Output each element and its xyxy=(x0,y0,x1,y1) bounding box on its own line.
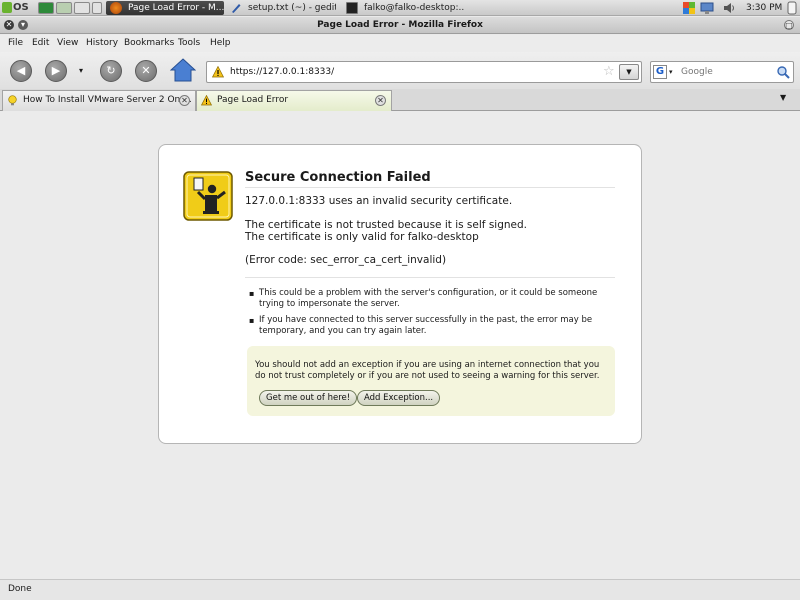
home-button[interactable] xyxy=(169,58,197,82)
error-page-container: Secure Connection Failed 127.0.0.1:8333 … xyxy=(158,144,642,444)
tab-vmware-howto[interactable]: How To Install VMware Server 2 On ... ✕ xyxy=(2,90,196,111)
window-title: Page Load Error - Mozilla Firefox xyxy=(317,20,483,30)
display-icon[interactable] xyxy=(700,1,714,15)
error-code: (Error code: sec_error_ca_cert_invalid) xyxy=(245,254,447,266)
error-title: Secure Connection Failed xyxy=(245,170,615,188)
add-exception-button[interactable]: Add Exception... xyxy=(357,390,441,406)
os-logo-label: OS xyxy=(13,2,29,13)
menu-edit[interactable]: Edit xyxy=(32,37,49,50)
os-logo[interactable]: OS xyxy=(2,2,34,14)
firefox-icon xyxy=(110,2,122,14)
error-divider xyxy=(245,277,615,278)
terminal-launcher-icon[interactable] xyxy=(38,2,54,14)
os-logo-icon xyxy=(2,2,12,13)
menu-tools[interactable]: Tools xyxy=(178,37,200,50)
stop-button[interactable]: ✕ xyxy=(135,60,157,82)
taskbar-terminal-label: falko@falko-desktop:... xyxy=(364,3,464,13)
tab-close-icon[interactable]: ✕ xyxy=(375,95,386,106)
page-content: Secure Connection Failed 127.0.0.1:8333 … xyxy=(0,111,800,579)
menu-bar: File Edit View History Bookmarks Tools H… xyxy=(0,35,800,52)
warning-icon xyxy=(201,95,212,106)
search-input[interactable] xyxy=(681,64,775,80)
tab-page-load-error-label: Page Load Error xyxy=(217,95,289,105)
certificate-error-icon xyxy=(183,171,233,221)
status-bar: Done xyxy=(0,579,800,600)
get-me-out-button[interactable]: Get me out of here! xyxy=(259,390,358,406)
reload-button[interactable]: ↻ xyxy=(100,60,122,82)
url-dropdown-icon: ▼ xyxy=(626,68,632,76)
taskbar-gedit[interactable]: setup.txt (~) - gedit xyxy=(226,1,336,15)
back-button[interactable]: ◀ xyxy=(10,60,32,82)
exception-warning-text: You should not add an exception if you a… xyxy=(255,360,600,381)
url-text[interactable]: https://127.0.0.1:8333/ xyxy=(230,62,334,82)
error-explanation-list: This could be a problem with the server'… xyxy=(249,288,609,342)
forward-button[interactable]: ▶ xyxy=(45,60,67,82)
stop-icon: ✕ xyxy=(141,64,151,77)
menu-bookmarks[interactable]: Bookmarks xyxy=(124,37,174,50)
security-warning-icon[interactable] xyxy=(212,66,224,78)
taskbar-gedit-label: setup.txt (~) - gedit xyxy=(248,3,336,13)
back-arrow-icon: ◀ xyxy=(16,64,26,77)
volume-icon[interactable] xyxy=(722,1,736,15)
menu-history[interactable]: History xyxy=(86,37,118,50)
terminal-icon xyxy=(346,2,358,14)
desktop-top-panel: OS Page Load Error - M... setup.txt (~) … xyxy=(0,0,800,16)
tab-vmware-howto-label: How To Install VMware Server 2 On ... xyxy=(23,95,192,105)
window-maximize-icon[interactable]: □ xyxy=(784,20,794,30)
taskbar-firefox[interactable]: Page Load Error - M... xyxy=(106,1,224,15)
search-engine-dropdown-icon[interactable]: ▾ xyxy=(669,65,673,79)
url-dropdown-button[interactable]: ▼ xyxy=(619,64,639,80)
lightbulb-icon xyxy=(8,95,17,106)
list-item: If you have connected to this server suc… xyxy=(249,315,609,337)
tab-list-dropdown-icon[interactable]: ▼ xyxy=(780,93,786,102)
history-dropdown-icon[interactable]: ▾ xyxy=(79,66,83,75)
home-icon xyxy=(169,58,197,82)
workspace-2-icon[interactable] xyxy=(74,2,90,14)
power-icon[interactable] xyxy=(786,1,800,15)
menu-view[interactable]: View xyxy=(57,37,78,50)
network-icon[interactable] xyxy=(682,1,696,15)
url-bar[interactable]: https://127.0.0.1:8333/ ☆ ▼ xyxy=(206,61,642,83)
search-icon[interactable] xyxy=(776,65,790,79)
taskbar-firefox-label: Page Load Error - M... xyxy=(128,3,224,13)
error-detail-valid-host: The certificate is only valid for falko-… xyxy=(245,231,479,243)
taskbar-terminal[interactable]: falko@falko-desktop:... xyxy=(342,1,464,15)
error-detail-self-signed: The certificate is not trusted because i… xyxy=(245,219,527,231)
navigation-toolbar: ◀ ▶ ▾ ↻ ✕ https://127.0.0.1:8333/ ☆ ▼ G … xyxy=(0,52,800,89)
menu-help[interactable]: Help xyxy=(210,37,231,50)
workspace-1-icon[interactable] xyxy=(56,2,72,14)
window-titlebar[interactable]: ✕ ▾ Page Load Error - Mozilla Firefox □ xyxy=(0,17,800,34)
gedit-icon xyxy=(230,2,242,14)
exception-warning-box: You should not add an exception if you a… xyxy=(247,346,615,416)
google-engine-icon[interactable]: G xyxy=(653,65,667,79)
tab-page-load-error[interactable]: Page Load Error ✕ xyxy=(196,90,392,111)
forward-arrow-icon: ▶ xyxy=(51,64,61,77)
panel-clock[interactable]: 3:30 PM xyxy=(746,0,782,16)
error-description: 127.0.0.1:8333 uses an invalid security … xyxy=(245,195,513,207)
search-box[interactable]: G ▾ xyxy=(650,61,794,83)
reload-icon: ↻ xyxy=(106,64,116,77)
workspace-3-icon[interactable] xyxy=(92,2,102,14)
tab-strip: How To Install VMware Server 2 On ... ✕ … xyxy=(0,89,800,111)
bookmark-star-icon[interactable]: ☆ xyxy=(603,64,615,80)
list-item: This could be a problem with the server'… xyxy=(249,288,609,310)
tab-close-icon[interactable]: ✕ xyxy=(179,95,190,106)
menu-file[interactable]: File xyxy=(8,37,23,50)
status-text: Done xyxy=(8,584,32,594)
